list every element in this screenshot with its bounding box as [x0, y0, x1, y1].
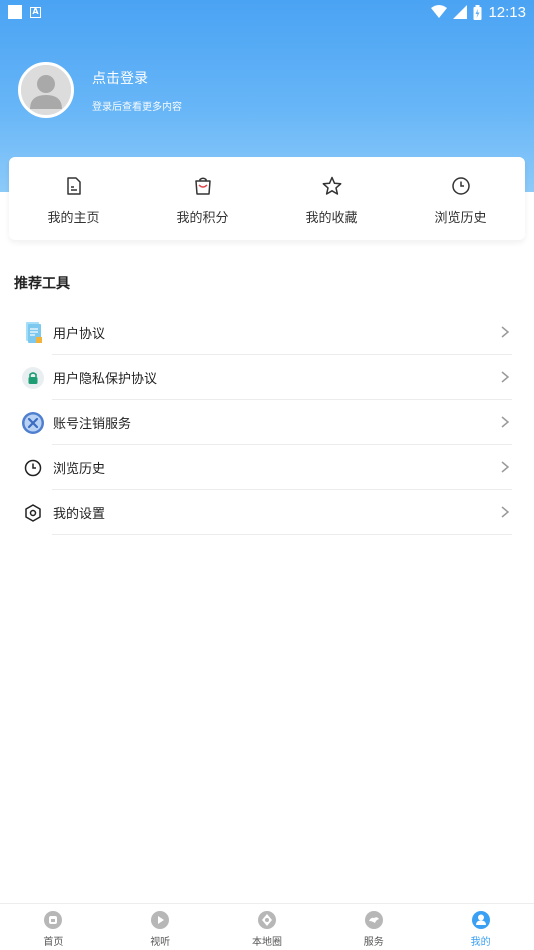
tool-list: 用户协议 用户隐私保护协议 账号注销服务 浏览历史 我的设置 — [0, 310, 534, 535]
shopping-bag-icon — [194, 177, 211, 195]
login-subtitle: 登录后查看更多内容 — [92, 101, 182, 113]
quick-action-label: 我的积分 — [176, 211, 229, 226]
chevron-right-icon — [501, 416, 510, 428]
divider — [52, 534, 512, 535]
quick-action-history[interactable]: 浏览历史 — [396, 157, 525, 240]
notification-a-icon: A — [30, 6, 41, 18]
quick-actions-card: 我的主页 我的积分 我的收藏 浏览历史 — [9, 157, 525, 240]
notification-square-icon — [8, 5, 22, 19]
bottom-nav: 首页 视听 本地圈 服务 我的 — [0, 903, 534, 950]
tool-item-label: 账号注销服务 — [53, 417, 132, 432]
nav-label: 本地圈 — [251, 937, 282, 948]
document-icon — [21, 321, 45, 345]
local-circle-icon — [257, 911, 276, 929]
tool-item-label: 我的设置 — [53, 507, 106, 522]
tool-item-settings[interactable]: 我的设置 — [0, 490, 534, 535]
battery-icon — [473, 4, 482, 20]
nav-label: 首页 — [43, 937, 64, 948]
tool-item-label: 用户协议 — [53, 327, 106, 342]
chevron-right-icon — [501, 371, 510, 383]
nav-item-mine[interactable]: 我的 — [427, 904, 534, 950]
signal-icon — [453, 5, 468, 19]
nav-item-video[interactable]: 视听 — [107, 904, 214, 950]
status-bar: A 12:13 — [0, 0, 534, 24]
chevron-right-icon — [501, 326, 510, 338]
profile-section[interactable]: 点击登录 登录后查看更多内容 — [18, 62, 182, 118]
quick-action-points[interactable]: 我的积分 — [138, 157, 267, 240]
lock-icon — [21, 366, 45, 390]
nav-label: 视听 — [150, 937, 171, 948]
nav-label: 我的 — [470, 937, 491, 948]
profile-icon — [471, 911, 490, 929]
quick-action-homepage[interactable]: 我的主页 — [9, 157, 138, 240]
star-icon — [322, 176, 341, 195]
tool-item-label: 浏览历史 — [53, 462, 106, 477]
tool-item-user-agreement[interactable]: 用户协议 — [0, 310, 534, 355]
tool-item-history[interactable]: 浏览历史 — [0, 445, 534, 490]
default-avatar-icon — [21, 65, 71, 115]
service-icon — [364, 911, 383, 929]
chevron-right-icon — [501, 506, 510, 518]
chevron-right-icon — [501, 461, 510, 473]
quick-action-label: 浏览历史 — [434, 211, 487, 226]
tool-item-privacy[interactable]: 用户隐私保护协议 — [0, 355, 534, 400]
status-time: 12:13 — [488, 3, 526, 21]
nav-item-home[interactable]: 首页 — [0, 904, 107, 950]
cancel-x-icon — [21, 411, 45, 435]
homepage-icon — [66, 177, 81, 195]
settings-icon — [21, 501, 45, 525]
login-title[interactable]: 点击登录 — [92, 68, 182, 88]
tool-item-account-cancel[interactable]: 账号注销服务 — [0, 400, 534, 445]
nav-item-service[interactable]: 服务 — [320, 904, 427, 950]
quick-action-favorites[interactable]: 我的收藏 — [267, 157, 396, 240]
avatar[interactable] — [18, 62, 74, 118]
clock-icon — [21, 456, 45, 480]
wifi-icon — [431, 5, 448, 18]
nav-item-local[interactable]: 本地圈 — [214, 904, 321, 950]
clock-icon — [451, 177, 470, 195]
home-icon — [44, 911, 63, 929]
play-icon — [151, 911, 170, 929]
tools-section-title: 推荐工具 — [14, 276, 70, 292]
quick-action-label: 我的收藏 — [305, 211, 358, 226]
tool-item-label: 用户隐私保护协议 — [53, 372, 158, 387]
nav-label: 服务 — [363, 937, 384, 948]
quick-action-label: 我的主页 — [47, 211, 100, 226]
